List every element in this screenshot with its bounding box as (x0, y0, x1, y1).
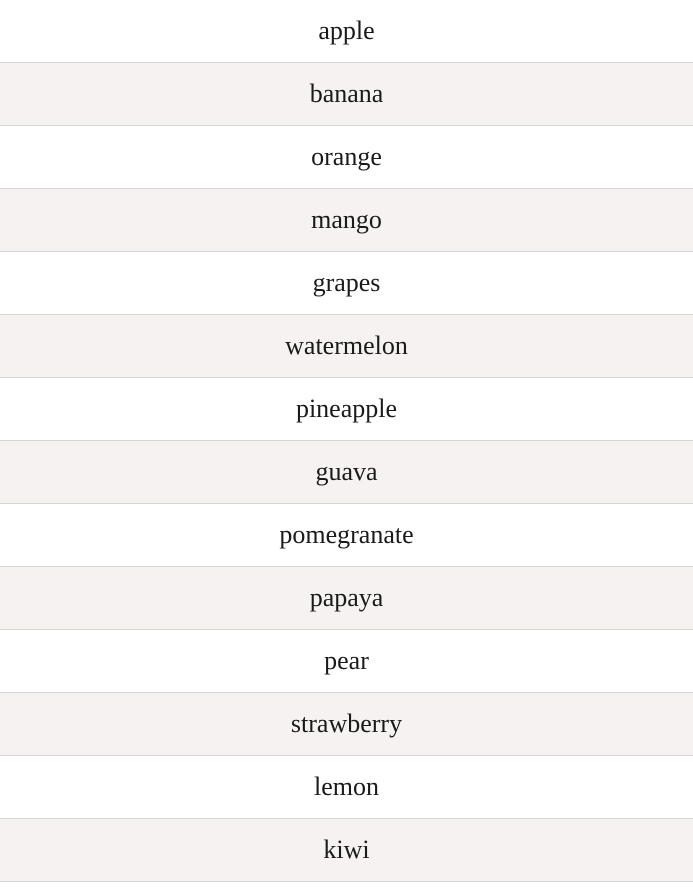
fruit-list: apple banana orange mango grapes waterme… (0, 0, 693, 882)
list-item-label: kiwi (323, 835, 370, 864)
list-item[interactable]: pineapple (0, 378, 693, 441)
list-item[interactable]: watermelon (0, 315, 693, 378)
list-item[interactable]: kiwi (0, 819, 693, 882)
list-item[interactable]: papaya (0, 567, 693, 630)
list-item-label: apple (318, 16, 375, 45)
list-item[interactable]: apple (0, 0, 693, 63)
list-item-label: lemon (314, 772, 379, 801)
list-item-label: pear (324, 646, 369, 675)
list-item[interactable]: pomegranate (0, 504, 693, 567)
list-item-label: strawberry (290, 709, 403, 738)
list-item[interactable]: mango (0, 189, 693, 252)
list-item[interactable]: banana (0, 63, 693, 126)
list-item-label: guava (315, 457, 378, 486)
list-item[interactable]: pear (0, 630, 693, 693)
list-item-label: pineapple (295, 394, 398, 423)
list-item[interactable]: lemon (0, 756, 693, 819)
list-item-label: pomegranate (279, 520, 414, 549)
list-item[interactable]: strawberry (0, 693, 693, 756)
list-item[interactable]: grapes (0, 252, 693, 315)
list-item[interactable]: orange (0, 126, 693, 189)
list-item-label: watermelon (285, 331, 408, 360)
list-item-label: mango (311, 205, 382, 234)
list-item-label: papaya (309, 583, 384, 612)
list-item[interactable]: guava (0, 441, 693, 504)
list-item-label: grapes (312, 268, 381, 297)
list-item-label: banana (309, 79, 384, 108)
list-item-label: orange (311, 142, 382, 171)
